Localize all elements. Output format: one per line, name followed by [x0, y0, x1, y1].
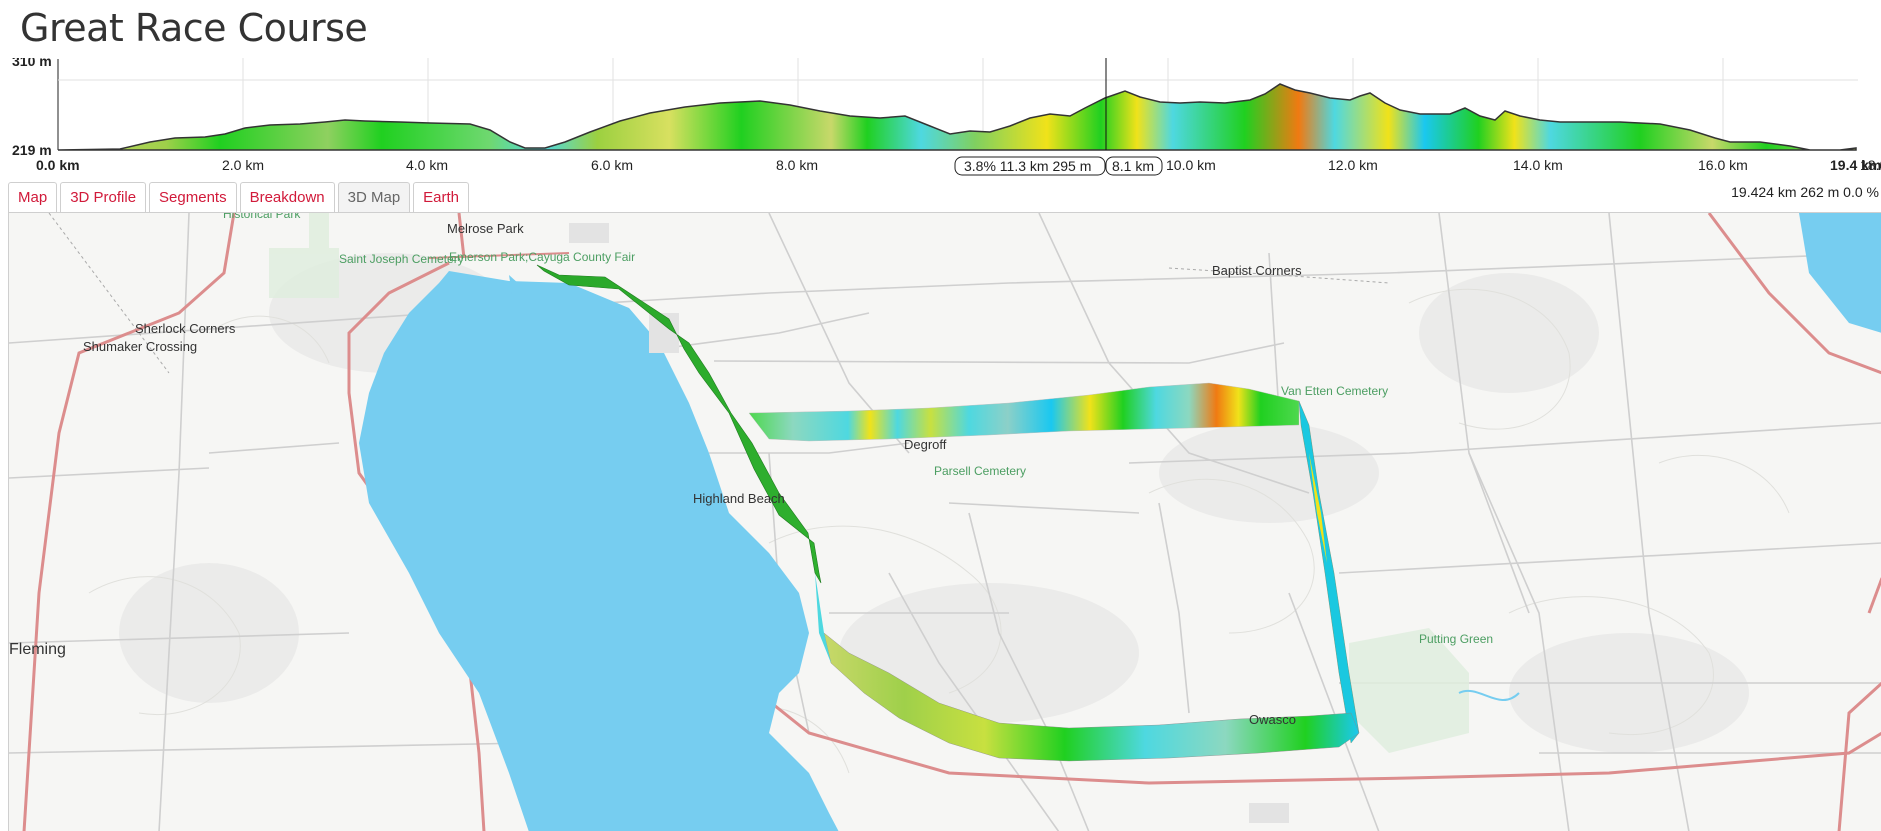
cursor-readout: 3.8% 11.3 km 295 m 8.1 km — [954, 156, 1163, 176]
tab-3d-map[interactable]: 3D Map — [337, 182, 411, 212]
label-highland-beach: Highland Beach — [693, 491, 785, 506]
x-tick-10: 19.4 km — [1830, 157, 1881, 173]
label-baptist-corners: Baptist Corners — [1212, 263, 1302, 278]
x-tick-3: 6.0 km — [591, 157, 633, 173]
x-tick-7: 14.0 km — [1513, 157, 1563, 173]
label-shumaker-crossing: Shumaker Crossing — [83, 339, 197, 354]
label-parsell: Parsell Cemetery — [934, 464, 1026, 478]
map-3d[interactable]: Historical Park Melrose Park Saint Josep… — [8, 212, 1881, 831]
label-emerson-park: Emerson Park;Cayuga County Fair — [449, 250, 635, 264]
label-historical-park: Historical Park — [223, 213, 301, 221]
x-tick-2: 4.0 km — [406, 157, 448, 173]
x-tick-6: 12.0 km — [1328, 157, 1378, 173]
label-sherlock-corners: Sherlock Corners — [135, 321, 236, 336]
page-title: Great Race Course — [20, 6, 368, 50]
elevation-chart[interactable]: 310 m 219 m 0.0 km 2.0 km 4.0 km 6.0 km … — [0, 58, 1881, 178]
x-tick-5: 10.0 km — [1166, 157, 1216, 173]
x-tick-4: 8.0 km — [776, 157, 818, 173]
map-canvas[interactable]: Historical Park Melrose Park Saint Josep… — [9, 213, 1881, 831]
tab-3d-profile[interactable]: 3D Profile — [60, 182, 147, 212]
label-degroff: Degroff — [904, 437, 947, 452]
route-stats: 19.424 km 262 m 0.0 % — [1731, 184, 1879, 200]
y-label-min: 219 m — [12, 142, 52, 158]
y-label-max: 310 m — [12, 58, 52, 69]
readout-grade: 3.8% 11.3 km 295 m — [964, 158, 1091, 174]
tab-map[interactable]: Map — [8, 182, 58, 212]
label-melrose-park: Melrose Park — [447, 221, 524, 236]
label-putting-green: Putting Green — [1419, 632, 1493, 646]
x-tick-1: 2.0 km — [222, 157, 264, 173]
app-root: Great Race Course 310 m 219 m 0.0 km 2.0… — [0, 0, 1881, 831]
readout-distance: 8.1 km — [1112, 158, 1154, 174]
label-saint-joseph: Saint Joseph Cemetery — [339, 252, 464, 266]
label-owasco: Owasco — [1249, 712, 1296, 727]
tab-breakdown[interactable]: Breakdown — [239, 182, 335, 212]
view-tabs: Map 3D Profile Segments Breakdown 3D Map… — [8, 182, 470, 212]
label-fleming: Fleming — [9, 641, 66, 658]
label-van-etten: Van Etten Cemetery — [1281, 384, 1388, 398]
x-tick-8: 16.0 km — [1698, 157, 1748, 173]
elevation-area — [57, 83, 1857, 151]
x-tick-0: 0.0 km — [36, 157, 80, 173]
elevation-profile[interactable]: 310 m 219 m 0.0 km 2.0 km 4.0 km 6.0 km … — [0, 58, 1881, 178]
tab-earth[interactable]: Earth — [413, 182, 470, 212]
tab-segments[interactable]: Segments — [149, 182, 237, 212]
